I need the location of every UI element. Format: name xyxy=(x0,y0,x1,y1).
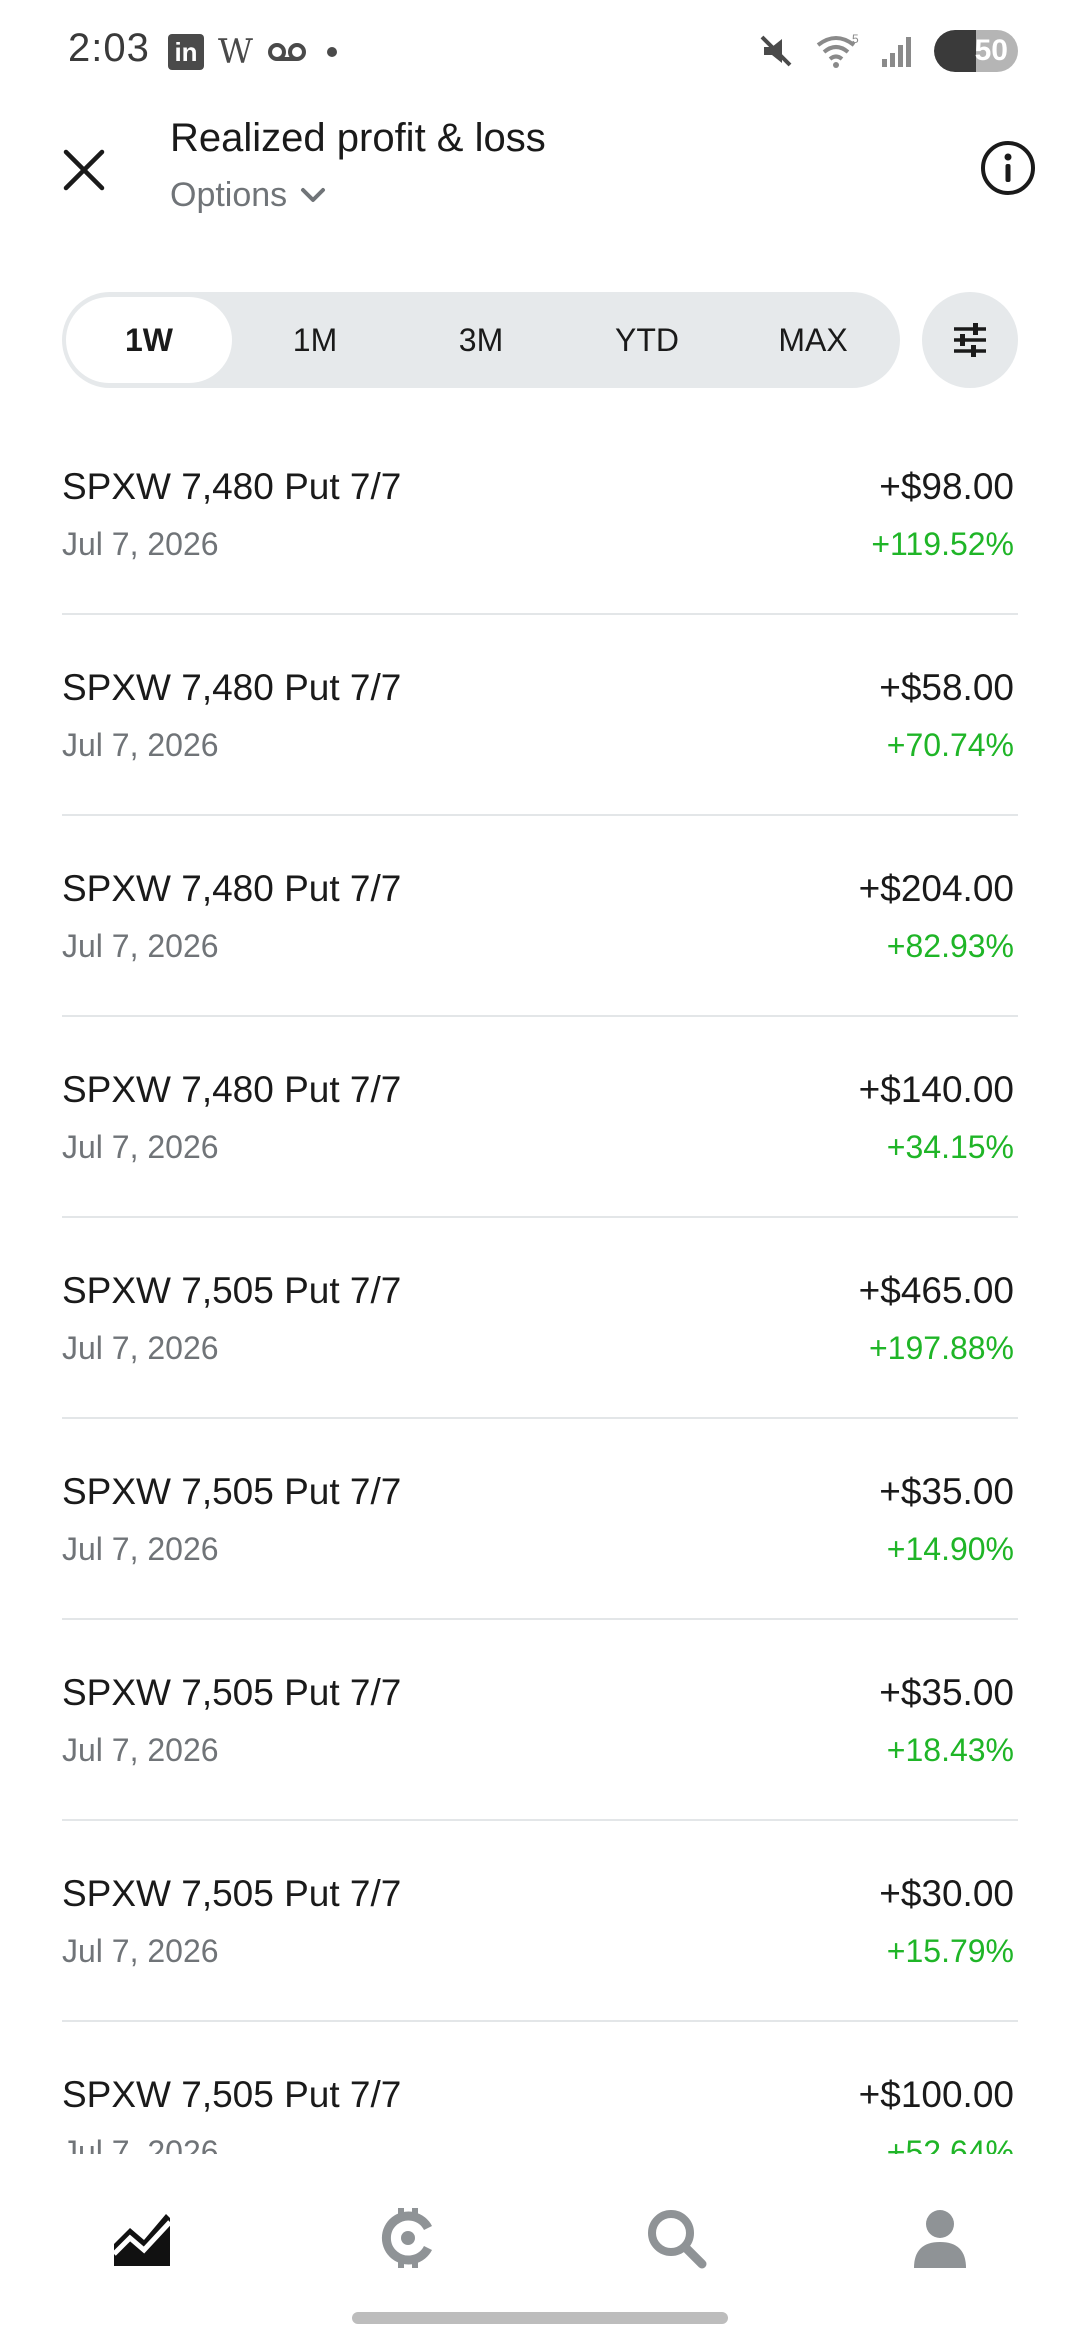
trade-name: SPXW 7,505 Put 7/7 xyxy=(62,1873,402,1914)
trade-date: Jul 7, 2026 xyxy=(62,2134,219,2154)
trade-name: SPXW 7,480 Put 7/7 xyxy=(62,667,402,708)
trade-name: SPXW 7,480 Put 7/7 xyxy=(62,466,402,507)
linkedin-icon: in xyxy=(168,34,204,70)
trade-percent: +34.15% xyxy=(886,1129,1014,1165)
trade-date: Jul 7, 2026 xyxy=(62,526,219,562)
list-item[interactable]: SPXW 7,505 Put 7/7 Jul 7, 2026 +$30.00 +… xyxy=(62,1821,1018,2022)
notification-icons: in W xyxy=(168,32,337,72)
trade-amount: +$30.00 xyxy=(879,1873,1014,1914)
trade-date: Jul 7, 2026 xyxy=(62,1129,219,1165)
filter-sliders-icon xyxy=(954,323,986,357)
trade-name: SPXW 7,505 Put 7/7 xyxy=(62,1471,402,1512)
trades-list: SPXW 7,480 Put 7/7 Jul 7, 2026 +$98.00 +… xyxy=(62,414,1018,2154)
trade-name: SPXW 7,480 Put 7/7 xyxy=(62,1069,402,1110)
list-item[interactable]: SPXW 7,505 Put 7/7 Jul 7, 2026 +$35.00 +… xyxy=(62,1419,1018,1620)
status-bar: 2:03 in W 5 50 xyxy=(0,0,1080,104)
trade-percent: +82.93% xyxy=(886,928,1014,964)
trade-amount: +$140.00 xyxy=(858,1069,1014,1110)
nav-investing[interactable] xyxy=(102,2198,182,2278)
list-item[interactable]: SPXW 7,505 Put 7/7 Jul 7, 2026 +$100.00 … xyxy=(62,2022,1018,2154)
tab-1m[interactable]: 1M xyxy=(232,297,398,383)
nav-crypto[interactable] xyxy=(368,2198,448,2278)
header: Realized profit & loss Options xyxy=(0,104,1080,274)
trade-amount: +$35.00 xyxy=(879,1471,1014,1512)
time-range-tabs: 1W 1M 3M YTD MAX xyxy=(62,292,900,388)
trade-percent: +14.90% xyxy=(886,1531,1014,1567)
trade-date: Jul 7, 2026 xyxy=(62,1531,219,1567)
trade-date: Jul 7, 2026 xyxy=(62,727,219,763)
cell-signal-icon xyxy=(882,37,911,67)
list-item[interactable]: SPXW 7,480 Put 7/7 Jul 7, 2026 +$140.00 … xyxy=(62,1017,1018,1218)
chevron-down-icon xyxy=(301,187,326,202)
list-item[interactable]: SPXW 7,480 Put 7/7 Jul 7, 2026 +$58.00 +… xyxy=(62,615,1018,816)
info-button[interactable] xyxy=(972,132,1044,204)
list-item[interactable]: SPXW 7,505 Put 7/7 Jul 7, 2026 +$465.00 … xyxy=(62,1218,1018,1419)
close-button[interactable] xyxy=(48,134,120,206)
battery-icon: 50 xyxy=(934,30,1018,72)
nav-account[interactable] xyxy=(900,2198,980,2278)
chart-icon xyxy=(112,2214,172,2266)
asset-type-label: Options xyxy=(170,176,288,214)
trade-amount: +$100.00 xyxy=(858,2074,1014,2115)
mute-icon xyxy=(760,35,792,67)
more-notifications-dot-icon xyxy=(326,47,337,57)
home-indicator[interactable] xyxy=(352,2312,728,2324)
tab-3m[interactable]: 3M xyxy=(398,297,564,383)
search-icon xyxy=(648,2210,707,2269)
tab-ytd[interactable]: YTD xyxy=(564,297,730,383)
system-icons: 5 50 xyxy=(756,30,1018,72)
trade-percent: +197.88% xyxy=(868,1330,1014,1366)
status-time: 2:03 xyxy=(68,26,150,70)
trade-date: Jul 7, 2026 xyxy=(62,928,219,964)
trade-amount: +$35.00 xyxy=(879,1672,1014,1713)
filter-button[interactable] xyxy=(922,292,1018,388)
trade-amount: +$98.00 xyxy=(879,466,1014,507)
w-app-icon: W xyxy=(218,32,253,72)
list-item[interactable]: SPXW 7,480 Put 7/7 Jul 7, 2026 +$204.00 … xyxy=(62,816,1018,1017)
account-icon xyxy=(914,2210,966,2268)
trade-name: SPXW 7,505 Put 7/7 xyxy=(62,1672,402,1713)
nav-search[interactable] xyxy=(636,2198,716,2278)
trade-date: Jul 7, 2026 xyxy=(62,1933,219,1969)
list-item[interactable]: SPXW 7,480 Put 7/7 Jul 7, 2026 +$98.00 +… xyxy=(62,414,1018,615)
bottom-nav xyxy=(0,2154,1080,2340)
trade-percent: +52.64% xyxy=(886,2134,1014,2154)
tab-max[interactable]: MAX xyxy=(730,297,896,383)
crypto-icon xyxy=(381,2208,433,2268)
trade-amount: +$58.00 xyxy=(879,667,1014,708)
voicemail-icon xyxy=(267,43,306,61)
trade-date: Jul 7, 2026 xyxy=(62,1732,219,1768)
trade-name: SPXW 7,480 Put 7/7 xyxy=(62,868,402,909)
trade-percent: +18.43% xyxy=(886,1732,1014,1768)
info-icon xyxy=(981,141,1035,195)
close-icon xyxy=(63,149,105,191)
trade-date: Jul 7, 2026 xyxy=(62,1330,219,1366)
trade-amount: +$465.00 xyxy=(858,1270,1014,1311)
trade-percent: +70.74% xyxy=(886,727,1014,763)
trade-percent: +15.79% xyxy=(886,1933,1014,1969)
list-item[interactable]: SPXW 7,505 Put 7/7 Jul 7, 2026 +$35.00 +… xyxy=(62,1620,1018,1821)
wifi-badge: 5 xyxy=(852,32,859,46)
trade-percent: +119.52% xyxy=(871,526,1014,562)
tab-1w[interactable]: 1W xyxy=(66,297,232,383)
wifi-icon: 5 xyxy=(816,32,859,68)
trade-amount: +$204.00 xyxy=(858,868,1014,909)
battery-level: 50 xyxy=(974,34,1008,67)
asset-type-dropdown[interactable]: Options xyxy=(170,176,327,215)
trade-name: SPXW 7,505 Put 7/7 xyxy=(62,1270,402,1311)
trade-name: SPXW 7,505 Put 7/7 xyxy=(62,2074,402,2115)
page-title: Realized profit & loss xyxy=(170,116,546,160)
